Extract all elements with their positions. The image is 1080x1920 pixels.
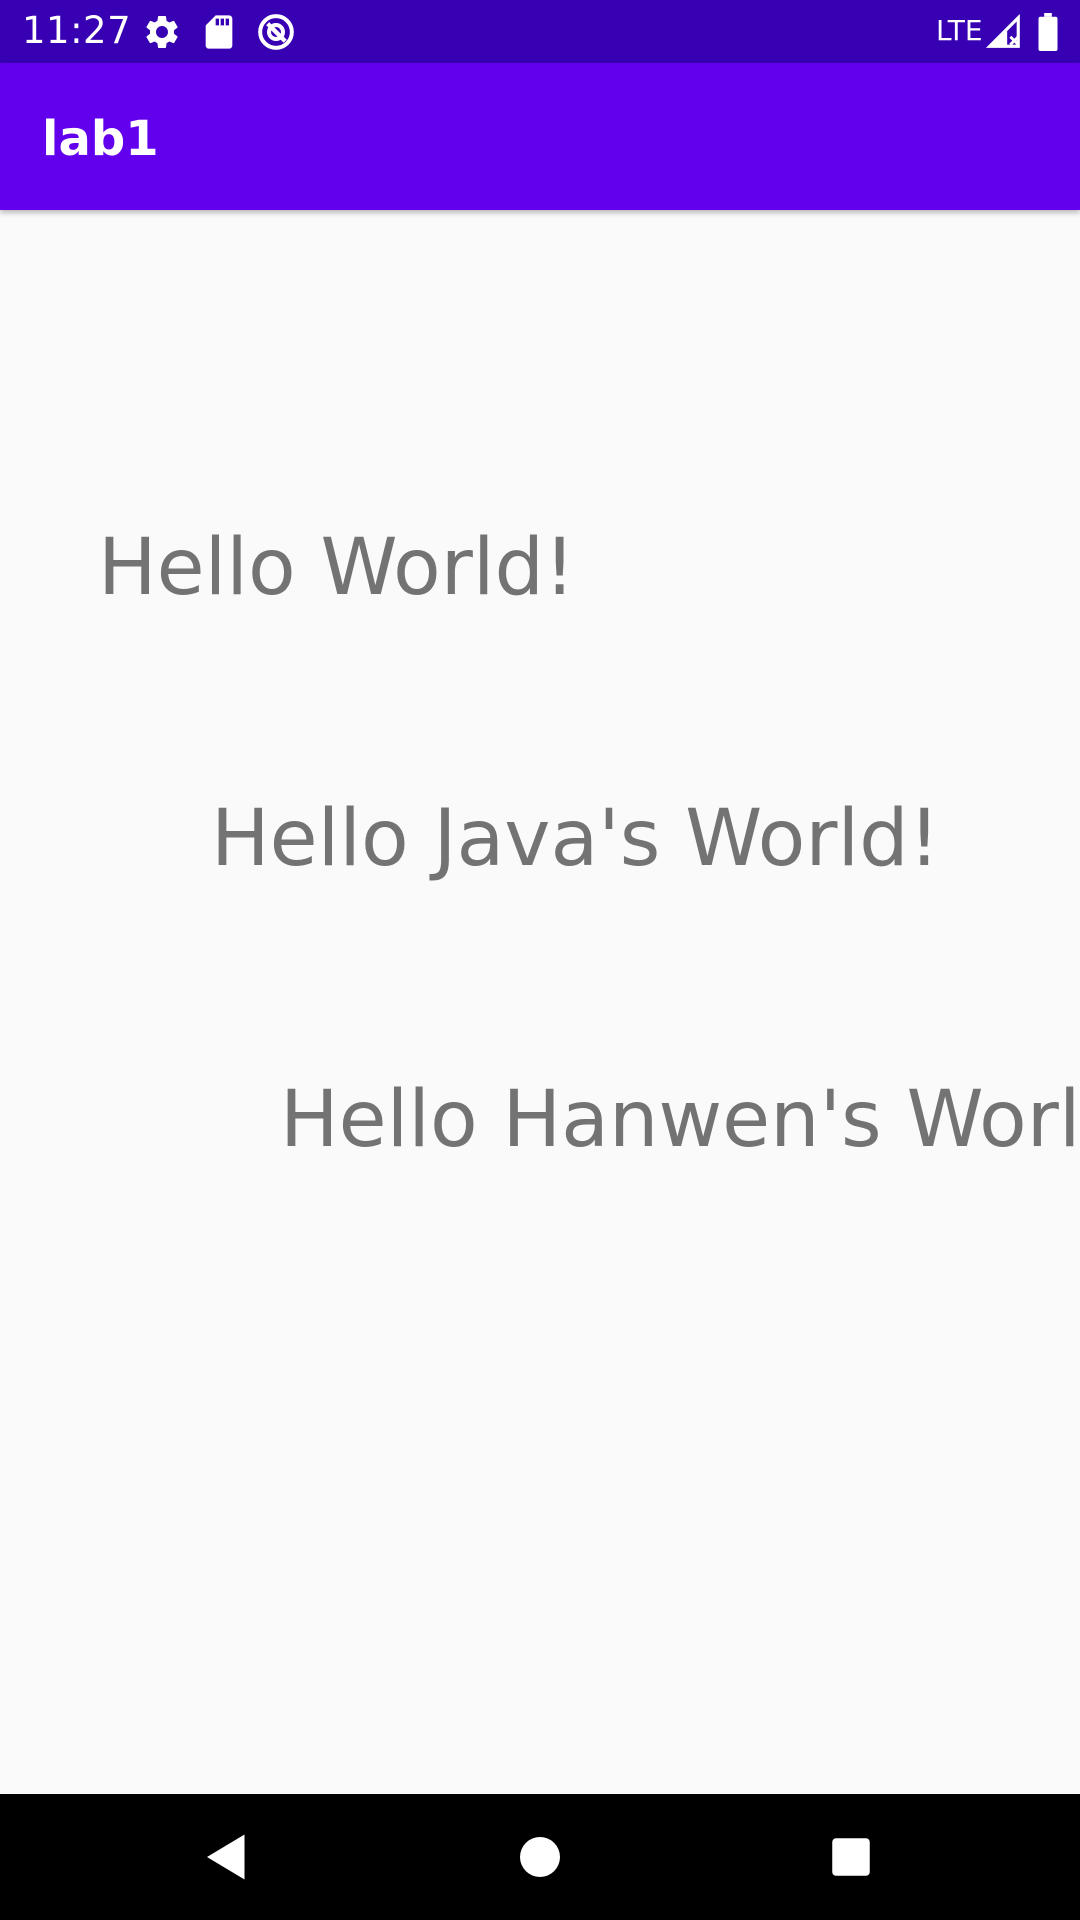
recents-icon[interactable] bbox=[821, 1827, 881, 1887]
network-type-label: LTE bbox=[936, 14, 983, 47]
sd-card-icon bbox=[199, 12, 239, 52]
hello-text-2: Hello Java's World! bbox=[211, 794, 940, 884]
app-title: lab1 bbox=[42, 111, 159, 167]
data-saver-icon bbox=[256, 12, 296, 52]
status-bar: 11:27 LTE bbox=[0, 0, 1080, 63]
signal-icon bbox=[985, 13, 1023, 51]
hello-text-1: Hello World! bbox=[98, 523, 576, 613]
battery-icon bbox=[1036, 13, 1060, 51]
app-bar: lab1 bbox=[0, 63, 1080, 210]
gear-icon bbox=[142, 12, 182, 52]
hello-text-3: Hello Hanwen's World! bbox=[280, 1075, 1080, 1165]
status-time: 11:27 bbox=[22, 9, 132, 52]
navigation-bar bbox=[0, 1794, 1080, 1920]
back-icon[interactable] bbox=[197, 1827, 257, 1887]
home-icon[interactable] bbox=[510, 1827, 570, 1887]
screen: 11:27 LTE lab1 Hello World! Hello Java's… bbox=[0, 0, 1080, 1920]
